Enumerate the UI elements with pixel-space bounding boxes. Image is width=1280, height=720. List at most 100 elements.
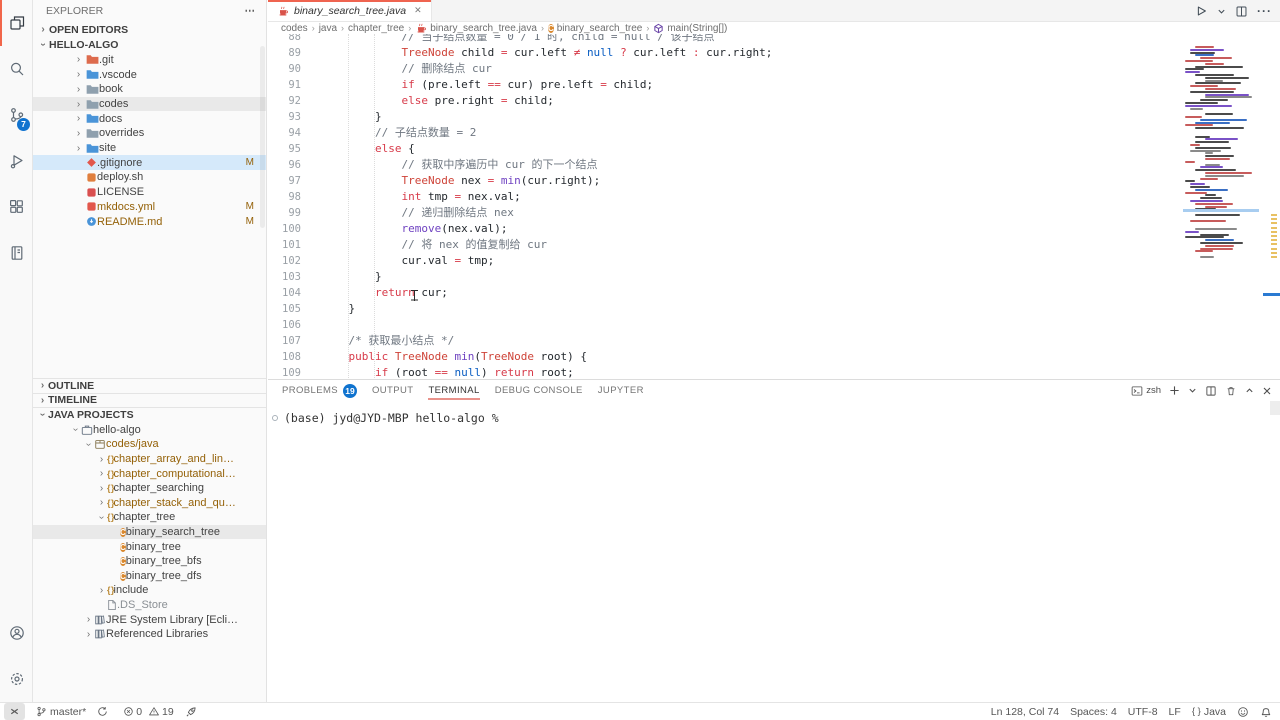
line-number[interactable]: 103 (268, 269, 311, 285)
java-tree-item-chapter-array-and-linkedlist[interactable]: ›{ }chapter_array_and_linkedlist (33, 452, 266, 467)
breadcrumb-item-codes[interactable]: codes (281, 23, 308, 34)
breadcrumb-item-java[interactable]: java (319, 23, 337, 34)
java-tree-item-include[interactable]: ›{ }include (33, 583, 266, 598)
run-dropdown-chevron-icon[interactable] (1217, 7, 1226, 16)
java-tree-item-hello-algo[interactable]: ›hello-algo (33, 423, 266, 438)
tree-item-docs[interactable]: ›docs (33, 111, 266, 126)
java-tree-item-binary-search-tree[interactable]: Cbinary_search_tree (33, 525, 266, 540)
tree-item-mkdocs-yml[interactable]: mkdocs.ymlM (33, 199, 266, 214)
code-line-90[interactable]: 90 // 删除结点 cur (268, 61, 1280, 77)
tree-item--gitignore[interactable]: .gitignoreM (33, 155, 266, 170)
more-actions-icon[interactable]: ··· (1257, 4, 1272, 18)
line-number[interactable]: 104 (268, 285, 311, 301)
code-line-107[interactable]: 107 /* 获取最小结点 */ (268, 333, 1280, 349)
section-outline[interactable]: › OUTLINE (33, 378, 266, 393)
breadcrumb-item-main-string-[interactable]: main(String[]) (653, 23, 727, 34)
tree-item-site[interactable]: ›site (33, 141, 266, 156)
problems-status[interactable]: 0 19 (119, 703, 174, 720)
code-line-103[interactable]: 103 } (268, 269, 1280, 285)
code-line-91[interactable]: 91 if (pre.left == cur) pre.left = child… (268, 77, 1280, 93)
java-tree-item-codes-java[interactable]: ›codes/java (33, 437, 266, 452)
feedback-smiley-icon[interactable] (1237, 703, 1249, 720)
java-tree-item-binary-tree-bfs[interactable]: Cbinary_tree_bfs (33, 554, 266, 569)
sidebar-scrollbar[interactable] (260, 46, 265, 228)
encoding-status[interactable]: UTF-8 (1128, 703, 1158, 720)
java-tree-item-chapter-searching[interactable]: ›{ }chapter_searching (33, 481, 266, 496)
line-number[interactable]: 105 (268, 301, 311, 317)
line-number[interactable]: 100 (268, 221, 311, 237)
split-editor-button[interactable] (1235, 5, 1248, 18)
code-line-88[interactable]: 88 // 当子结点数量 = 0 / 1 时, child = null / 该… (268, 34, 1280, 45)
java-server-mode-rocket-icon[interactable] (185, 703, 197, 720)
java-tree-item-chapter-computational-complexity[interactable]: ›{ }chapter_computational_complexity (33, 466, 266, 481)
code-line-92[interactable]: 92 else pre.right = child; (268, 93, 1280, 109)
line-number[interactable]: 93 (268, 109, 311, 125)
panel-tab-output[interactable]: OUTPUT (372, 380, 413, 401)
tree-item--git[interactable]: ›.git (33, 53, 266, 68)
line-number[interactable]: 91 (268, 77, 311, 93)
code-line-100[interactable]: 100 remove(nex.val); (268, 221, 1280, 237)
terminal-scrollbar[interactable] (1270, 401, 1280, 415)
panel-tab-jupyter[interactable]: JUPYTER (598, 380, 644, 401)
code-line-97[interactable]: 97 TreeNode nex = min(cur.right); (268, 173, 1280, 189)
line-number[interactable]: 107 (268, 333, 311, 349)
activity-item-extensions[interactable] (0, 184, 33, 230)
tree-item-deploy-sh[interactable]: deploy.sh (33, 170, 266, 185)
line-number[interactable]: 88 (268, 34, 311, 45)
code-line-96[interactable]: 96 // 获取中序遍历中 cur 的下一个结点 (268, 157, 1280, 173)
line-number[interactable]: 97 (268, 173, 311, 189)
tree-item-readme-md[interactable]: README.mdM (33, 214, 266, 229)
activity-item-search[interactable] (0, 46, 33, 92)
line-number[interactable]: 108 (268, 349, 311, 365)
code-line-94[interactable]: 94 // 子结点数量 = 2 (268, 125, 1280, 141)
line-number[interactable]: 90 (268, 61, 311, 77)
notifications-bell-icon[interactable] (1260, 703, 1272, 720)
line-number[interactable]: 95 (268, 141, 311, 157)
code-line-99[interactable]: 99 // 递归删除结点 nex (268, 205, 1280, 221)
panel-tab-problems[interactable]: PROBLEMS19 (282, 380, 357, 401)
language-mode-status[interactable]: { } Java (1192, 703, 1226, 720)
tab-close-icon[interactable]: ✕ (414, 5, 422, 16)
cursor-position-status[interactable]: Ln 128, Col 74 (991, 703, 1059, 720)
section-timeline[interactable]: › TIMELINE (33, 393, 266, 408)
java-tree-item--ds-store[interactable]: .DS_Store (33, 598, 266, 613)
line-number[interactable]: 102 (268, 253, 311, 269)
activity-item-settings[interactable] (0, 656, 33, 702)
line-number[interactable]: 98 (268, 189, 311, 205)
tree-item-book[interactable]: ›book (33, 82, 266, 97)
eol-status[interactable]: LF (1169, 703, 1181, 720)
split-terminal-button[interactable] (1205, 385, 1217, 397)
maximize-panel-chevron-icon[interactable] (1245, 386, 1254, 395)
tree-item-overrides[interactable]: ›overrides (33, 126, 266, 141)
java-tree-item-chapter-stack-and-queue[interactable]: ›{ }chapter_stack_and_queue (33, 496, 266, 511)
code-line-108[interactable]: 108 public TreeNode min(TreeNode root) { (268, 349, 1280, 365)
java-tree-item-chapter-tree[interactable]: ›{ }chapter_tree (33, 510, 266, 525)
code-line-106[interactable]: 106 (268, 317, 1280, 333)
tree-item-codes[interactable]: ›codes (33, 97, 266, 112)
code-line-98[interactable]: 98 int tmp = nex.val; (268, 189, 1280, 205)
line-number[interactable]: 94 (268, 125, 311, 141)
line-number[interactable]: 89 (268, 45, 311, 61)
line-number[interactable]: 106 (268, 317, 311, 333)
activity-item-notebook[interactable] (0, 230, 33, 276)
tree-item-license[interactable]: LICENSE (33, 185, 266, 200)
section-java-projects[interactable]: › JAVA PROJECTS (33, 407, 266, 422)
breadcrumb-item-chapter-tree[interactable]: chapter_tree (348, 23, 404, 34)
sync-changes-button[interactable] (97, 703, 108, 720)
kill-terminal-button[interactable] (1225, 385, 1237, 397)
java-tree-item-binary-tree[interactable]: Cbinary_tree (33, 539, 266, 554)
code-line-89[interactable]: 89 TreeNode child = cur.left ≠ null ? cu… (268, 45, 1280, 61)
tree-item--vscode[interactable]: ›.vscode (33, 67, 266, 82)
java-tree-item-binary-tree-dfs[interactable]: Cbinary_tree_dfs (33, 569, 266, 584)
breadcrumb-item-binary-search-tree-java[interactable]: binary_search_tree.java (415, 22, 537, 34)
code-line-105[interactable]: 105 } (268, 301, 1280, 317)
activity-item-accounts[interactable] (0, 610, 33, 656)
line-number[interactable]: 96 (268, 157, 311, 173)
indentation-status[interactable]: Spaces: 4 (1070, 703, 1117, 720)
terminal-shell-selector[interactable]: zsh (1131, 385, 1161, 397)
run-java-button[interactable] (1194, 4, 1208, 18)
activity-item-explorer[interactable] (0, 0, 33, 46)
line-number[interactable]: 101 (268, 237, 311, 253)
code-line-102[interactable]: 102 cur.val = tmp; (268, 253, 1280, 269)
code-line-93[interactable]: 93 } (268, 109, 1280, 125)
